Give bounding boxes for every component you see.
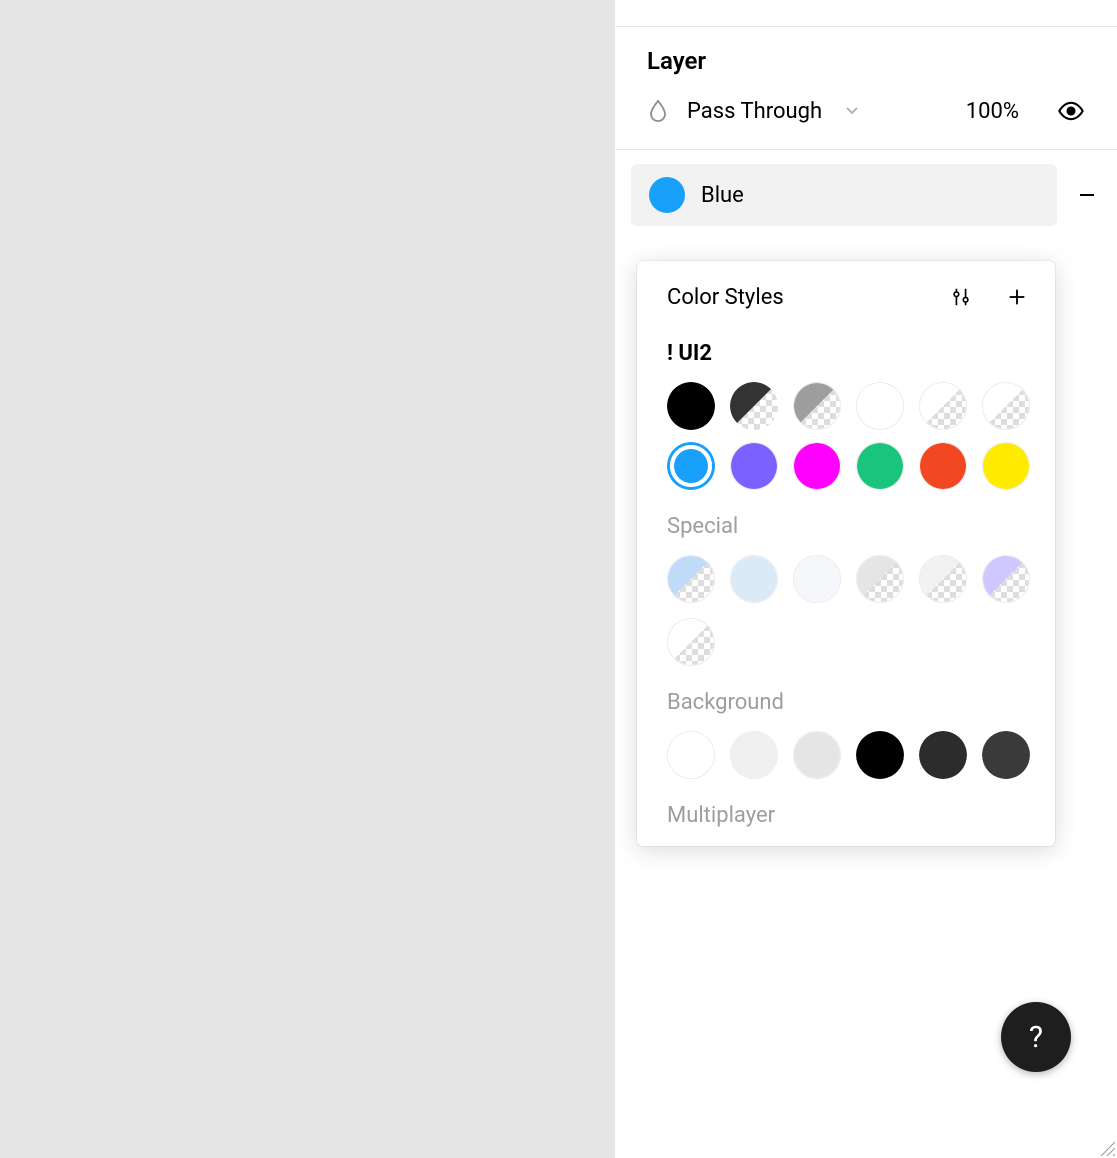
blend-mode-select[interactable]: Pass Through (687, 99, 822, 124)
swatch-grey-alpha-40[interactable] (856, 555, 904, 603)
swatch-white-60[interactable] (982, 382, 1030, 430)
add-style-button[interactable] (1003, 283, 1031, 311)
swatch-bg-grey-1[interactable] (730, 731, 778, 779)
canvas-area[interactable] (0, 0, 614, 1158)
help-button[interactable]: ? (1001, 1002, 1071, 1072)
layer-section: Layer Pass Through 100% (615, 27, 1117, 150)
group-title-special: Special (637, 492, 1055, 547)
swatch-hover-grey[interactable] (793, 555, 841, 603)
inspector-top-divider (615, 0, 1117, 27)
swatch-yellow[interactable] (982, 442, 1030, 490)
swatch-lavender[interactable] (982, 555, 1030, 603)
swatch-grid-background (637, 723, 1055, 781)
swatch-red-orange[interactable] (919, 442, 967, 490)
fill-style-chip[interactable]: Blue (631, 164, 1057, 226)
swatch-bg-grey-2[interactable] (793, 731, 841, 779)
swatch-dark-grey[interactable] (730, 382, 778, 430)
fill-chip-swatch (649, 177, 685, 213)
swatch-bg-white[interactable] (667, 731, 715, 779)
swatch-bg-dark-grey[interactable] (982, 731, 1030, 779)
swatch-green[interactable] (856, 442, 904, 490)
swatch-white-80[interactable] (919, 382, 967, 430)
swatch-grid-special (637, 547, 1055, 668)
popover-header: Color Styles (637, 261, 1055, 321)
swatch-blue[interactable] (667, 442, 715, 490)
swatch-bg-charcoal[interactable] (919, 731, 967, 779)
fill-chip-label: Blue (701, 183, 744, 208)
swatch-magenta[interactable] (793, 442, 841, 490)
swatch-white-alpha[interactable] (667, 618, 715, 666)
swatch-pale-blue[interactable] (730, 555, 778, 603)
chevron-down-icon[interactable] (844, 102, 862, 120)
swatch-grid-ui2-row1 (637, 374, 1055, 432)
style-options-icon[interactable] (947, 283, 975, 311)
swatch-grid-ui2-row2 (637, 432, 1055, 492)
inspector-panel: Layer Pass Through 100% (614, 0, 1117, 1158)
detach-style-button[interactable] (1073, 181, 1101, 209)
help-icon: ? (1029, 1020, 1043, 1055)
color-styles-popover: Color Styles ! UI2 Special Background Mu… (637, 261, 1055, 846)
swatch-purple[interactable] (730, 442, 778, 490)
group-title-ui2: ! UI2 (637, 321, 1055, 374)
resize-grip-icon[interactable] (1097, 1138, 1115, 1156)
swatch-grey-alpha-20[interactable] (919, 555, 967, 603)
swatch-bg-black[interactable] (856, 731, 904, 779)
swatch-white[interactable] (856, 382, 904, 430)
popover-title: Color Styles (667, 285, 919, 310)
blend-droplet-icon[interactable] (647, 100, 669, 122)
visibility-icon[interactable] (1057, 97, 1085, 125)
swatch-grey[interactable] (793, 382, 841, 430)
group-title-background: Background (637, 668, 1055, 723)
opacity-input[interactable]: 100% (966, 99, 1019, 124)
layer-section-title: Layer (647, 47, 1085, 75)
swatch-light-blue[interactable] (667, 555, 715, 603)
group-title-multiplayer: Multiplayer (637, 781, 1055, 828)
fill-row: Blue (615, 150, 1117, 240)
layer-row: Pass Through 100% (647, 97, 1085, 125)
swatch-black[interactable] (667, 382, 715, 430)
